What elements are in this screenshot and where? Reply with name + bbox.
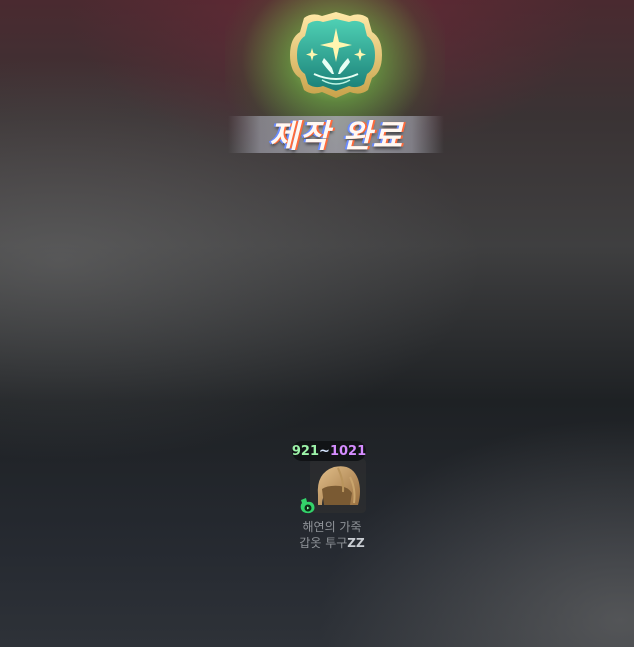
item-name-line2-text: 갑옷 투구: [299, 536, 348, 550]
leather-helmet-icon: [317, 466, 360, 505]
item-icon-frame[interactable]: [310, 459, 366, 513]
item-level-range-badge: 921 ~1021: [292, 441, 366, 461]
page-title: 제작 완료: [269, 117, 403, 155]
praying-hands-star-emblem-icon: [290, 12, 382, 98]
green-tier-badge-icon: [300, 498, 315, 514]
level-separator: ~: [319, 443, 330, 459]
item-name-line1: 해연의 가죽: [302, 520, 362, 534]
item-name-suffix: ZZ: [347, 536, 365, 550]
level-max: 1021: [329, 443, 367, 459]
level-min: 921: [291, 443, 320, 459]
item-name-line2: 갑옷 투구ZZ: [290, 535, 374, 551]
item-name: 해연의 가죽 갑옷 투구ZZ: [290, 519, 374, 551]
